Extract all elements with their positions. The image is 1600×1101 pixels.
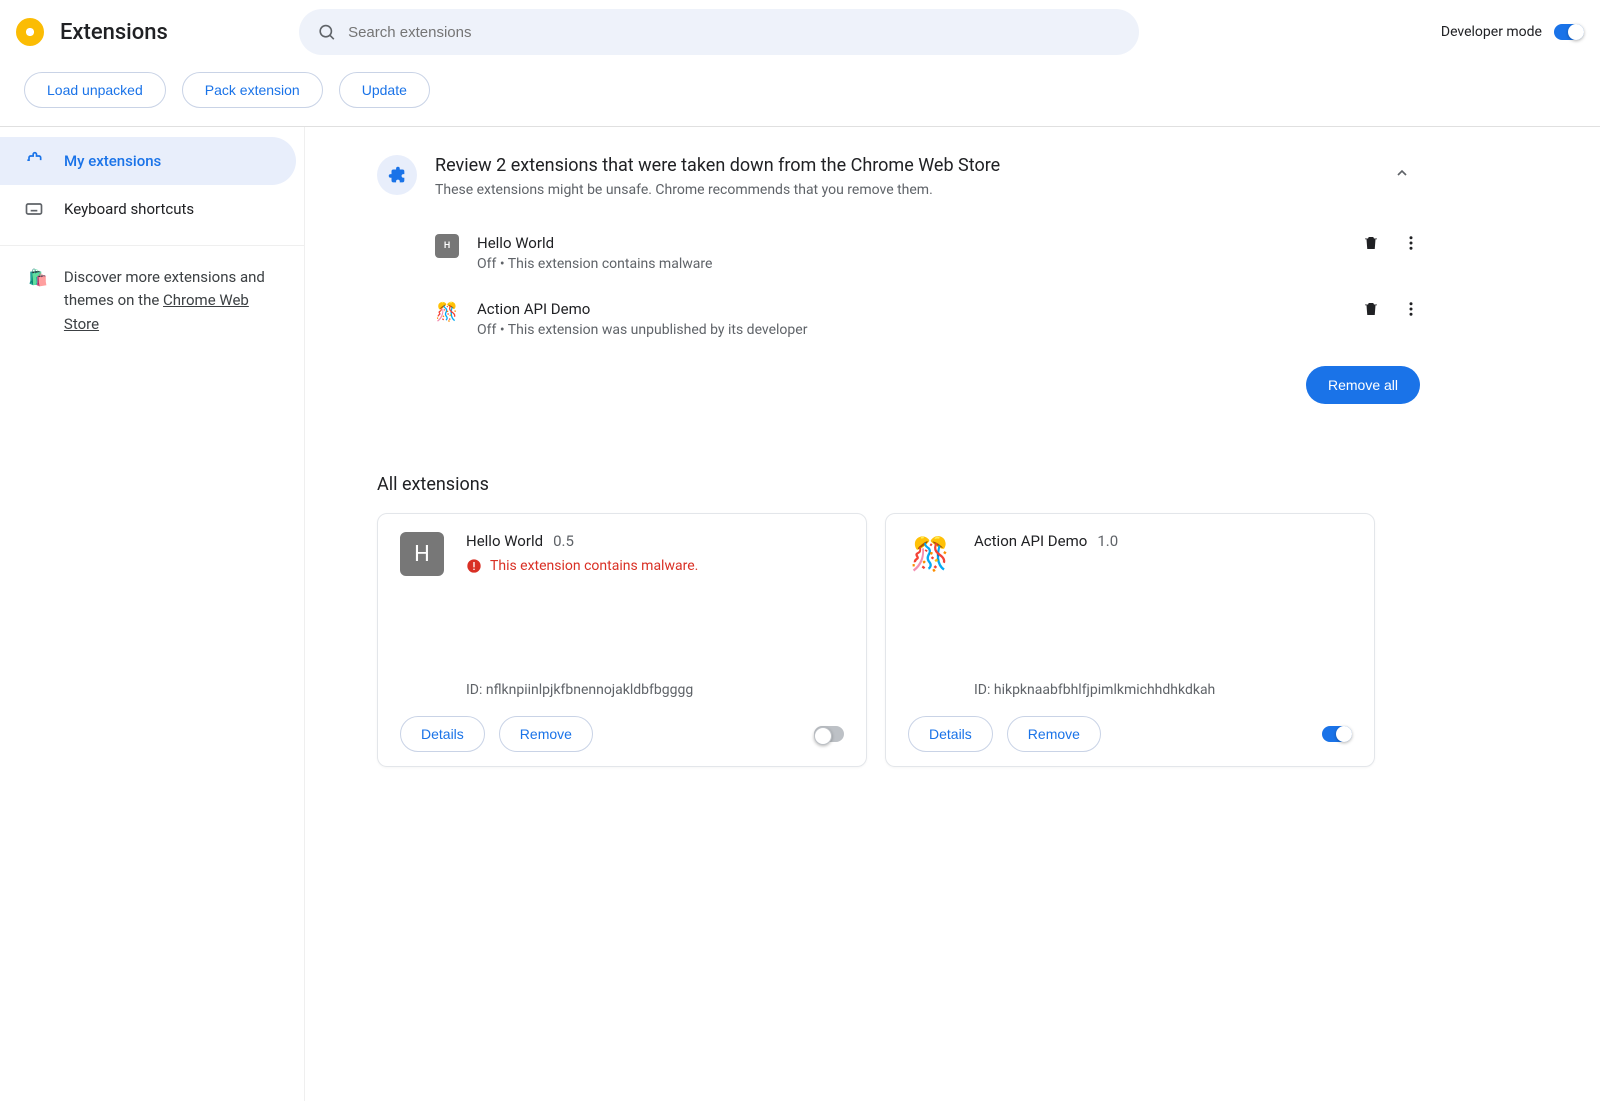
search-box[interactable]: [299, 9, 1139, 55]
extension-warning: This extension contains malware.: [466, 558, 698, 574]
sidebar-item-keyboard-shortcuts[interactable]: Keyboard shortcuts: [0, 185, 304, 233]
extension-icon: H: [435, 234, 459, 258]
chevron-up-icon: [1394, 165, 1410, 181]
keyboard-icon: [24, 199, 44, 219]
review-title: Review 2 extensions that were taken down…: [435, 155, 1000, 176]
header: Extensions Developer mode: [0, 0, 1600, 64]
extension-version: 0.5: [553, 532, 574, 550]
all-extensions-heading: All extensions: [377, 474, 1420, 495]
review-item-name: Hello World: [477, 234, 1344, 252]
delete-button[interactable]: [1362, 300, 1380, 318]
trash-icon: [1362, 300, 1380, 318]
sidebar-item-label: My extensions: [64, 152, 161, 170]
extension-name: Hello World: [466, 532, 543, 550]
extension-warning-text: This extension contains malware.: [490, 558, 698, 574]
extension-icon: 🎊: [435, 300, 459, 324]
enable-extension-toggle[interactable]: [1322, 726, 1352, 742]
remove-all-button[interactable]: Remove all: [1306, 366, 1420, 404]
sidebar-item-label: Keyboard shortcuts: [64, 200, 194, 218]
review-panel: Review 2 extensions that were taken down…: [377, 155, 1420, 404]
extension-icon: H: [400, 532, 444, 576]
extension-name: Action API Demo: [974, 532, 1087, 550]
extension-id: ID: nflknpiinlpjkfbnennojakldbfbgggg: [466, 682, 844, 698]
extension-icon: 🎊: [908, 532, 952, 576]
update-button[interactable]: Update: [339, 72, 430, 108]
review-item: 🎊 Action API Demo Off • This extension w…: [435, 286, 1420, 352]
extension-version: 1.0: [1097, 532, 1118, 550]
trash-icon: [1362, 234, 1380, 252]
details-button[interactable]: Details: [908, 716, 993, 752]
extension-cards: H Hello World 0.5 This extension contain…: [377, 513, 1420, 767]
developer-toolbar: Load unpacked Pack extension Update: [0, 64, 1600, 127]
review-item-name: Action API Demo: [477, 300, 1344, 318]
pack-extension-button[interactable]: Pack extension: [182, 72, 323, 108]
more-button[interactable]: [1402, 300, 1420, 318]
extension-card: 🎊 Action API Demo 1.0 ID: hikpknaabfbhlf…: [885, 513, 1375, 767]
sidebar-item-my-extensions[interactable]: My extensions: [0, 137, 296, 185]
delete-button[interactable]: [1362, 234, 1380, 252]
more-vert-icon: [1402, 300, 1420, 318]
chrome-extensions-logo-icon: [16, 18, 44, 46]
review-puzzle-icon: [377, 155, 417, 195]
main-content: Review 2 extensions that were taken down…: [305, 127, 1600, 1101]
extension-card: H Hello World 0.5 This extension contain…: [377, 513, 867, 767]
chrome-web-store-icon: 🛍️: [28, 266, 48, 336]
search-icon: [317, 22, 336, 42]
more-vert-icon: [1402, 234, 1420, 252]
collapse-review-button[interactable]: [1384, 155, 1420, 191]
extension-id: ID: hikpknaabfbhlfjpimlkmichhdhkdkah: [974, 682, 1352, 698]
more-button[interactable]: [1402, 234, 1420, 252]
load-unpacked-button[interactable]: Load unpacked: [24, 72, 166, 108]
developer-mode-toggle[interactable]: [1554, 24, 1584, 40]
review-item-status: Off • This extension was unpublished by …: [477, 322, 1344, 338]
page-title: Extensions: [60, 20, 168, 45]
error-icon: [466, 558, 482, 574]
extension-piece-icon: [24, 151, 44, 171]
search-input[interactable]: [348, 24, 1121, 41]
review-item-status: Off • This extension contains malware: [477, 256, 1344, 272]
details-button[interactable]: Details: [400, 716, 485, 752]
enable-extension-toggle[interactable]: [814, 726, 844, 742]
discover-box: 🛍️ Discover more extensions and themes o…: [0, 245, 304, 356]
remove-button[interactable]: Remove: [499, 716, 593, 752]
developer-mode-label: Developer mode: [1441, 24, 1542, 40]
review-item: H Hello World Off • This extension conta…: [435, 220, 1420, 286]
review-subtitle: These extensions might be unsafe. Chrome…: [435, 182, 1000, 198]
sidebar: My extensions Keyboard shortcuts 🛍️ Disc…: [0, 127, 305, 1101]
remove-button[interactable]: Remove: [1007, 716, 1101, 752]
developer-mode-control: Developer mode: [1441, 24, 1584, 40]
